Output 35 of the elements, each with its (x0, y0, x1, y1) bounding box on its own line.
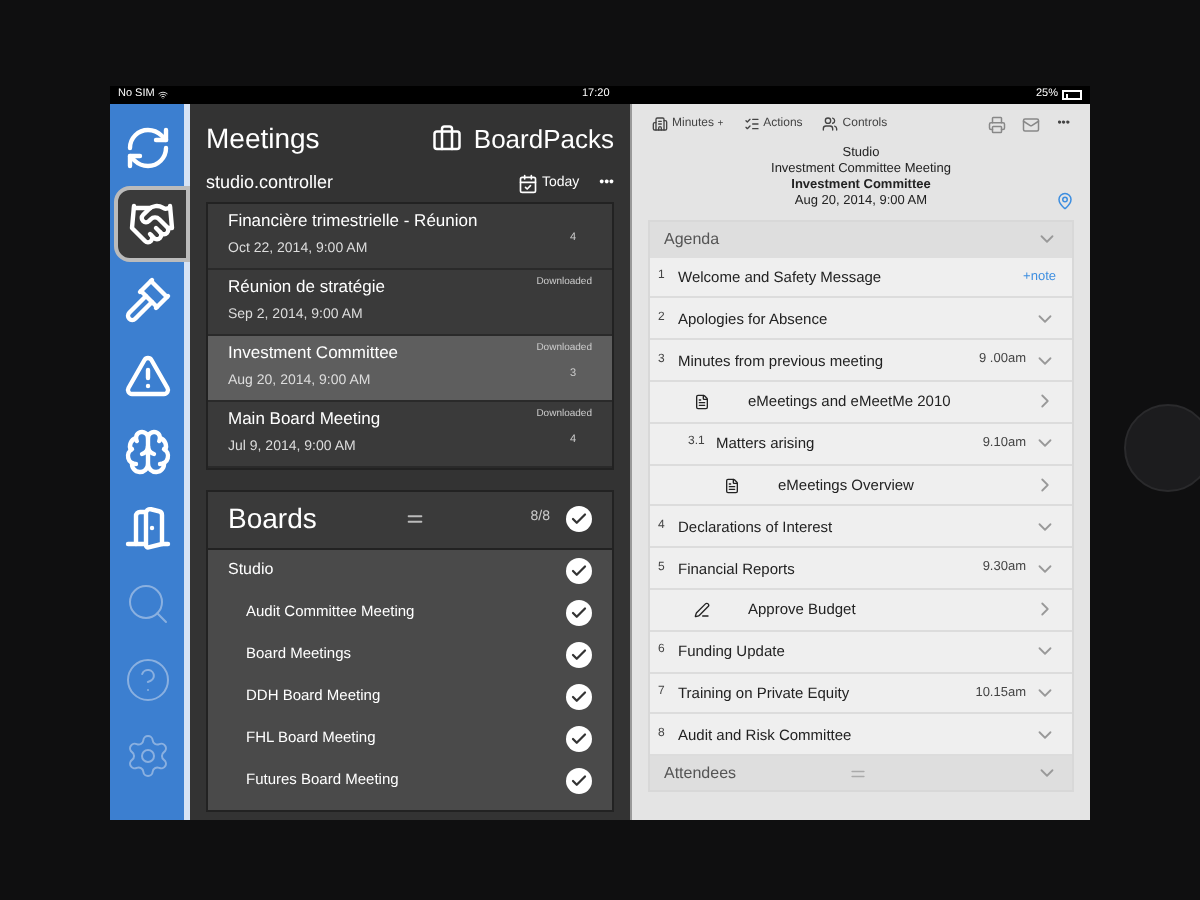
document-icon (724, 477, 740, 494)
meeting-title: Réunion de stratégie (228, 274, 387, 301)
gavel-icon (123, 276, 171, 324)
refresh-icon (123, 124, 171, 172)
check-icon[interactable] (566, 599, 592, 625)
help-icon (123, 656, 171, 704)
settings-icon (123, 732, 171, 780)
print-icon[interactable] (987, 115, 1006, 133)
check-icon[interactable] (566, 683, 592, 709)
briefcase-icon (431, 124, 462, 154)
location-icon[interactable] (1056, 192, 1074, 210)
check-icon[interactable] (566, 557, 592, 583)
mail-icon[interactable] (1021, 115, 1040, 133)
check-icon[interactable] (566, 641, 592, 667)
check-icon[interactable] (566, 506, 592, 532)
pen-icon (694, 601, 710, 618)
search-icon (123, 580, 171, 628)
meeting-title: Main Board Meeting (228, 406, 383, 433)
username: studio.controller (206, 170, 334, 196)
battery-icon (1062, 90, 1082, 100)
check-icon[interactable] (566, 767, 592, 793)
boards-title: Boards (228, 500, 319, 538)
sidebar-tab[interactable] (114, 186, 190, 262)
handshake-icon (128, 200, 176, 248)
meeting-title: Investment Committee (228, 340, 401, 367)
document-icon (694, 393, 710, 410)
meeting-title: Financière trimestrielle - Réunion (228, 208, 480, 235)
app-logo: BoardPacks (473, 121, 614, 158)
wifi-icon (158, 90, 169, 100)
warning-icon (123, 352, 171, 400)
board-group[interactable]: Studio (228, 558, 566, 582)
meetings-title: Meetings (206, 120, 320, 158)
check-icon[interactable] (566, 725, 592, 751)
calendar-icon[interactable] (517, 173, 538, 194)
door-icon (123, 504, 171, 552)
